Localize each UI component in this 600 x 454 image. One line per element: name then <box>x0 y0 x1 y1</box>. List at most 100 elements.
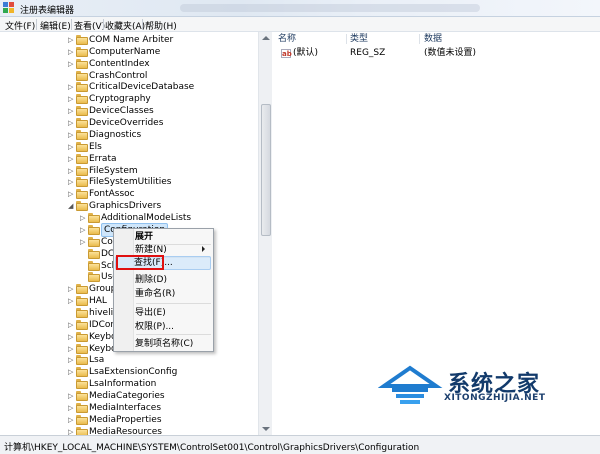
folder-icon <box>76 331 88 342</box>
watermark-sub-text: XITONGZHIJIA.NET <box>444 393 546 403</box>
tree-collapse-arrow-icon[interactable]: ◢ <box>68 202 74 210</box>
tree-expand-arrow-icon[interactable]: ▷ <box>68 83 74 91</box>
menu-view[interactable]: 查看(V) <box>74 19 105 32</box>
tree-expand-arrow-icon[interactable]: ▷ <box>68 285 74 293</box>
tree-node[interactable]: ▷ ContentIndex <box>68 58 258 70</box>
tree-scrollbar[interactable] <box>258 32 272 435</box>
tree-node[interactable]: ▷ MediaInterfaces <box>68 402 258 414</box>
tree-node-label: CriticalDeviceDatabase <box>89 82 195 93</box>
tree-expand-arrow-icon[interactable]: ▷ <box>80 226 86 234</box>
tree-node[interactable]: ▷ MediaCategories <box>68 390 258 402</box>
tree-expand-arrow-icon[interactable]: ▷ <box>68 321 74 329</box>
tree-node[interactable]: ▷ MediaProperties <box>68 414 258 426</box>
tree-expand-arrow-icon[interactable]: ▷ <box>68 107 74 115</box>
menu-divider <box>71 19 72 30</box>
tree-node[interactable]: ▷ Els <box>68 141 258 153</box>
tree-expand-arrow-icon[interactable]: ▷ <box>68 368 74 376</box>
tree-node[interactable]: LsaInformation <box>68 378 258 390</box>
tree-node-label: MediaInterfaces <box>89 402 162 413</box>
menu-favorites[interactable]: 收藏夹(A) <box>105 19 145 32</box>
tree-expand-arrow-icon[interactable]: ▷ <box>68 404 74 412</box>
tree-node[interactable]: ▷ FileSystemUtilities <box>68 176 258 188</box>
folder-icon <box>76 296 88 307</box>
tree-expand-arrow-icon[interactable]: ▷ <box>68 95 74 103</box>
tree-expand-arrow-icon[interactable]: ▷ <box>68 155 74 163</box>
tree-expand-arrow-icon[interactable]: ▷ <box>68 392 74 400</box>
tree-expand-arrow-icon[interactable]: ▷ <box>68 119 74 127</box>
menu-edit[interactable]: 编辑(E) <box>40 19 71 32</box>
tree-expand-arrow-icon[interactable]: ▷ <box>68 143 74 151</box>
folder-icon <box>76 379 88 390</box>
registry-editor-icon <box>3 2 15 14</box>
tree-node[interactable]: ▷ Diagnostics <box>68 129 258 141</box>
tree-expand-arrow-icon[interactable]: ▷ <box>68 48 74 56</box>
context-copy-key-name[interactable]: 复制项名称(C) <box>135 337 213 351</box>
folder-icon <box>76 343 88 354</box>
column-divider[interactable] <box>346 34 347 44</box>
tree-node[interactable]: ▷ LsaExtensionConfig <box>68 366 258 378</box>
tree-expand-arrow-icon[interactable]: ▷ <box>68 36 74 44</box>
tree-node[interactable]: ▷ Lsa <box>68 354 258 366</box>
tree-node[interactable]: ▷ MediaResources <box>68 426 258 435</box>
scroll-down-arrow-icon[interactable] <box>262 427 270 431</box>
context-export[interactable]: 导出(E) <box>135 306 213 320</box>
tree-expand-arrow-icon[interactable] <box>80 273 86 281</box>
tree-expand-arrow-icon[interactable]: ▷ <box>68 178 74 186</box>
tree-node[interactable]: ▷ DeviceClasses <box>68 105 258 117</box>
tree-expand-arrow-icon[interactable]: ▷ <box>80 238 86 246</box>
folder-icon <box>76 46 88 57</box>
tree-expand-arrow-icon[interactable]: ▷ <box>68 190 74 198</box>
watermark: 系统之家 XITONGZHIJIA.NET <box>378 362 600 412</box>
context-delete[interactable]: 删除(D) <box>135 273 213 287</box>
tree-expand-arrow-icon[interactable] <box>80 262 86 270</box>
folder-icon <box>76 391 88 402</box>
tree-node-label: Diagnostics <box>89 129 142 140</box>
tree-expand-arrow-icon[interactable]: ▷ <box>68 131 74 139</box>
scroll-up-arrow-icon[interactable] <box>262 36 270 40</box>
tree-expand-arrow-icon[interactable]: ▷ <box>68 333 74 341</box>
tree-expand-arrow-icon[interactable]: ▷ <box>68 345 74 353</box>
tree-node[interactable]: ▷ ComputerName <box>68 46 258 58</box>
tree-expand-arrow-icon[interactable] <box>68 72 74 80</box>
tree-node[interactable]: ▷ FontAssoc <box>68 188 258 200</box>
tree-expand-arrow-icon[interactable]: ▷ <box>68 60 74 68</box>
tree-node[interactable]: ▷ Errata <box>68 153 258 165</box>
menu-file[interactable]: 文件(F) <box>5 19 35 32</box>
menu-divider <box>142 19 143 30</box>
context-rename[interactable]: 重命名(R) <box>135 287 213 301</box>
tree-node[interactable]: ◢ GraphicsDrivers <box>68 200 258 212</box>
tree-node[interactable]: CrashControl <box>68 70 258 82</box>
tree-node-label: DeviceOverrides <box>89 118 164 129</box>
scroll-thumb[interactable] <box>261 104 271 236</box>
context-expand[interactable]: 展开 <box>135 230 213 244</box>
tree-expand-arrow-icon[interactable]: ▷ <box>68 167 74 175</box>
tree-expand-arrow-icon[interactable] <box>68 380 74 388</box>
folder-icon <box>76 402 88 413</box>
menu-divider <box>103 19 104 30</box>
tree-node-label: FileSystemUtilities <box>89 177 172 188</box>
column-header-name[interactable]: 名称 <box>278 32 296 46</box>
tree-expand-arrow-icon[interactable]: ▷ <box>68 356 74 364</box>
menu-bar: 文件(F) 编辑(E) 查看(V) 收藏夹(A) 帮助(H) <box>0 17 600 32</box>
tree-expand-arrow-icon[interactable]: ▷ <box>68 297 74 305</box>
column-header-data[interactable]: 数据 <box>424 32 442 46</box>
tree-expand-arrow-icon[interactable] <box>80 250 86 258</box>
tree-node[interactable]: ▷ COM Name Arbiter <box>68 34 258 46</box>
tree-expand-arrow-icon[interactable] <box>68 309 74 317</box>
column-divider[interactable] <box>419 34 420 44</box>
folder-icon <box>76 106 88 117</box>
tree-node[interactable]: ▷ DeviceOverrides <box>68 117 258 129</box>
tree-node-label: MediaProperties <box>89 414 162 425</box>
column-header-type[interactable]: 类型 <box>350 32 368 46</box>
tree-node-label: GraphicsDrivers <box>89 201 162 212</box>
menu-help[interactable]: 帮助(H) <box>145 19 177 32</box>
status-bar: 计算机\HKEY_LOCAL_MACHINE\SYSTEM\ControlSet… <box>0 435 600 454</box>
tree-expand-arrow-icon[interactable]: ▷ <box>68 428 74 435</box>
tree-node[interactable]: ▷ FileSystem <box>68 165 258 177</box>
tree-node[interactable]: ▷ Cryptography <box>68 93 258 105</box>
context-permissions[interactable]: 权限(P)... <box>135 320 213 334</box>
tree-node[interactable]: ▷ CriticalDeviceDatabase <box>68 81 258 93</box>
tree-expand-arrow-icon[interactable]: ▷ <box>80 214 86 222</box>
tree-expand-arrow-icon[interactable]: ▷ <box>68 416 74 424</box>
folder-icon <box>76 58 88 69</box>
